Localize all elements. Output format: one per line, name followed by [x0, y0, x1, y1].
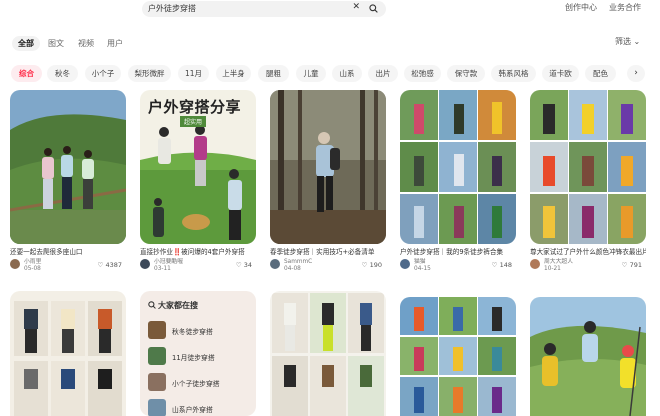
- hot-search-label: 11月徒步穿搭: [172, 354, 215, 362]
- hot-search-label: 山系户外穿搭: [172, 406, 213, 414]
- chip[interactable]: 儿童: [296, 65, 326, 82]
- cover-tag: 超实用: [180, 116, 207, 127]
- chip[interactable]: 道卡欧: [542, 65, 579, 82]
- filter-label: 筛选: [615, 37, 631, 46]
- chevron-right-icon[interactable]: ›: [627, 65, 645, 82]
- heart-icon: ♡: [361, 261, 368, 269]
- note-card[interactable]: 户外穿搭分享 超实用 直接抄作业‼️被问爆的4套户外穿搭 小冠要酷喔 03-11 …: [140, 90, 256, 272]
- author-name[interactable]: 周大大超人 10-21: [544, 259, 573, 272]
- hot-search-item[interactable]: 秋冬徒步穿搭: [148, 321, 252, 341]
- tab-users[interactable]: 用户: [101, 36, 129, 51]
- note-card[interactable]: [270, 291, 386, 416]
- creator-center-link[interactable]: 创作中心: [565, 2, 597, 13]
- chip[interactable]: 11月: [178, 65, 209, 82]
- note-caption[interactable]: 直接抄作业‼️被问爆的4套户外穿搭: [140, 248, 256, 257]
- tab-all[interactable]: 全部: [12, 36, 40, 51]
- chip[interactable]: 韩系风格: [491, 65, 536, 82]
- hot-search-item[interactable]: 小个子徒步穿搭: [148, 373, 252, 393]
- note-cover-image[interactable]: [530, 90, 646, 244]
- chip[interactable]: 松弛感: [404, 65, 441, 82]
- author-name[interactable]: 小雨里 05-08: [24, 259, 41, 272]
- note-cover-image[interactable]: [10, 90, 126, 244]
- note-caption[interactable]: 尊大家试过了户外什么颜色冲锋衣最出片口: [530, 248, 646, 257]
- note-card[interactable]: [400, 297, 516, 416]
- author-name[interactable]: 猫猫 04-15: [414, 259, 431, 272]
- note-card[interactable]: [10, 291, 126, 416]
- note-cover-image[interactable]: [530, 297, 646, 416]
- tab-notes[interactable]: 图文: [42, 36, 70, 51]
- search-icon: [148, 301, 156, 309]
- like-count[interactable]: ♡ 791: [622, 261, 642, 269]
- avatar[interactable]: [400, 259, 410, 269]
- heart-icon: ♡: [491, 261, 498, 269]
- cover-title-text: 户外穿搭分享: [148, 98, 242, 116]
- chip[interactable]: 上半身: [216, 65, 251, 82]
- avatar[interactable]: [140, 259, 150, 269]
- tab-videos[interactable]: 视频: [72, 36, 100, 51]
- hot-search-thumbnail: [148, 399, 166, 416]
- note-card[interactable]: 还要一起去爬很多座山口 小雨里 05-08 ♡ 4387: [10, 90, 126, 272]
- search-query[interactable]: 户外徒步穿搭: [148, 3, 196, 14]
- avatar[interactable]: [10, 259, 20, 269]
- hot-search-label: 小个子徒步穿搭: [172, 380, 220, 388]
- chip[interactable]: 梨形微胖: [128, 65, 171, 82]
- hot-searches-card: 大家都在搜 秋冬徒步穿搭 11月徒步穿搭 小个子徒步穿搭 山系户外穿搭: [140, 291, 256, 416]
- note-caption[interactable]: 户外徒步穿搭｜我的9条徒步裤合集: [400, 248, 516, 257]
- note-cover-image[interactable]: [10, 291, 126, 416]
- like-count[interactable]: ♡ 148: [492, 261, 512, 269]
- note-card[interactable]: 户外徒步穿搭｜我的9条徒步裤合集 猫猫 04-15 ♡ 148: [400, 90, 516, 272]
- author-name[interactable]: 小冠要酷喔 03-11: [154, 259, 183, 272]
- heart-icon: ♡: [97, 261, 104, 269]
- like-count[interactable]: ♡ 4387: [98, 261, 122, 269]
- note-cover-image[interactable]: 户外穿搭分享 超实用: [140, 90, 256, 244]
- chip[interactable]: 小个子: [85, 65, 121, 82]
- chip[interactable]: 腿粗: [258, 65, 289, 82]
- chip[interactable]: 出片: [368, 65, 398, 82]
- note-cover-image[interactable]: [400, 90, 516, 244]
- note-cover-image[interactable]: [270, 90, 386, 244]
- hot-search-thumbnail: [148, 373, 166, 391]
- chevron-down-icon: ⌄: [633, 37, 641, 46]
- note-cover-image[interactable]: [400, 297, 516, 416]
- note-caption[interactable]: 春季徒步穿搭｜实用技巧+必备清单: [270, 248, 386, 257]
- avatar[interactable]: [530, 259, 540, 269]
- like-count[interactable]: ♡ 190: [362, 261, 382, 269]
- search-input[interactable]: 户外徒步穿搭 ✕: [142, 1, 386, 17]
- chip[interactable]: 保守款: [447, 65, 485, 82]
- avatar[interactable]: [270, 259, 280, 269]
- close-icon[interactable]: ✕: [352, 2, 360, 12]
- author-name[interactable]: SammmC 04-08: [284, 259, 312, 272]
- hot-search-label: 秋冬徒步穿搭: [172, 328, 213, 336]
- hot-search-item[interactable]: 11月徒步穿搭: [148, 347, 252, 367]
- heart-icon: ♡: [235, 261, 242, 269]
- filter-button[interactable]: 筛选 ⌄: [615, 36, 640, 47]
- heart-icon: ♡: [621, 261, 628, 269]
- note-caption[interactable]: 还要一起去爬很多座山口: [10, 248, 126, 257]
- note-cover-image[interactable]: [270, 291, 386, 416]
- chip[interactable]: 山系: [332, 65, 362, 82]
- hot-search-item[interactable]: 山系户外穿搭: [148, 399, 252, 416]
- chip[interactable]: 秋冬: [47, 65, 78, 82]
- search-icon[interactable]: [369, 4, 378, 13]
- hot-searches-title: 大家都在搜: [158, 301, 198, 310]
- business-link[interactable]: 业务合作: [609, 2, 641, 13]
- like-count[interactable]: ♡ 34: [236, 261, 252, 269]
- chip-comprehensive[interactable]: 综合: [11, 65, 42, 82]
- hot-search-thumbnail: [148, 321, 166, 339]
- chip[interactable]: 配色: [585, 65, 616, 82]
- note-card[interactable]: 尊大家试过了户外什么颜色冲锋衣最出片口 周大大超人 10-21 ♡ 791: [530, 90, 646, 272]
- hot-search-thumbnail: [148, 347, 166, 365]
- note-card[interactable]: [530, 297, 646, 416]
- note-card[interactable]: 春季徒步穿搭｜实用技巧+必备清单 SammmC 04-08 ♡ 190: [270, 90, 386, 272]
